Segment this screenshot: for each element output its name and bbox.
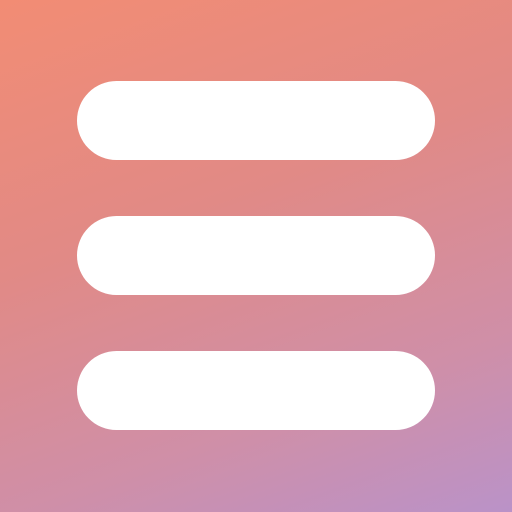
menu-bar-middle [77, 216, 435, 295]
menu-bar-bottom [77, 351, 435, 430]
menu-app-icon[interactable] [0, 0, 512, 512]
menu-bar-top [77, 81, 435, 160]
hamburger-menu-icon [77, 81, 435, 431]
